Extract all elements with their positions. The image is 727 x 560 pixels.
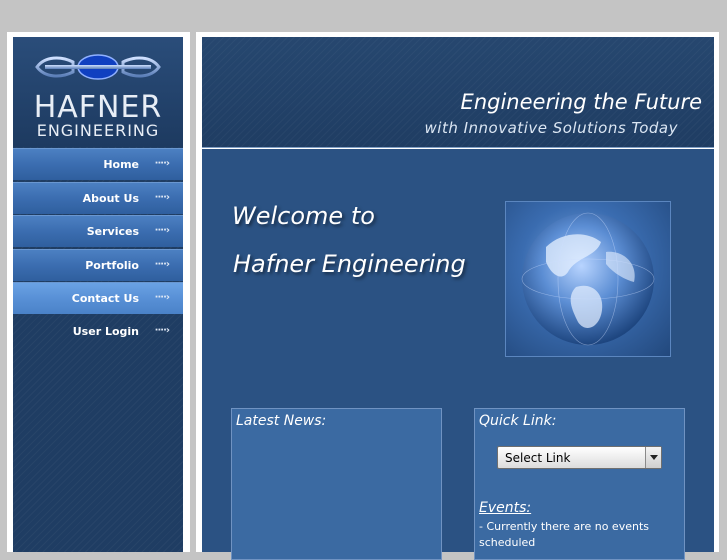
arrow-right-icon: ····› [154, 158, 170, 169]
quick-link-title: Quick Link: [479, 413, 557, 429]
welcome-heading-line2: Hafner Engineering [233, 250, 466, 278]
select-value: Select Link [505, 451, 571, 465]
logo-name-bottom: ENGINEERING [36, 121, 160, 140]
quick-link-select[interactable]: Select Link [497, 446, 662, 469]
nav-label: Contact Us [71, 292, 139, 306]
nav-label: About Us [82, 191, 139, 205]
logo-emblem-icon [35, 54, 161, 80]
nav-item-contact-us[interactable]: Contact Us ····› [13, 282, 183, 315]
nav-item-user-login[interactable]: User Login ····› [13, 316, 183, 347]
nav-item-home[interactable]: Home ····› [13, 148, 183, 180]
nav-label: Portfolio [85, 258, 139, 272]
nav-label: Services [86, 225, 139, 239]
logo-name-top: HAFNER [33, 90, 163, 125]
main-nav: Home ····› About Us ····› Services ····›… [13, 148, 183, 349]
logo[interactable]: HAFNER ENGINEERING [13, 37, 183, 147]
latest-news-panel: Latest News: [231, 408, 442, 560]
arrow-right-icon: ····› [154, 191, 170, 203]
arrow-right-icon: ····› [154, 225, 170, 237]
arrow-right-icon: ····› [154, 292, 170, 304]
globe-icon [521, 212, 655, 346]
events-title: Events: [479, 500, 532, 516]
nav-item-services[interactable]: Services ····› [13, 215, 183, 248]
chevron-down-icon[interactable] [645, 447, 661, 468]
events-text: - Currently there are no events schedule… [479, 520, 649, 549]
main-content: Welcome to Hafner Engineering Latest New… [202, 149, 714, 560]
welcome-heading-line1: Welcome to [232, 202, 375, 230]
nav-item-about-us[interactable]: About Us ····› [13, 181, 183, 214]
nav-label: Home [103, 158, 139, 171]
latest-news-title: Latest News: [236, 413, 327, 429]
tagline-main: Engineering the Future [460, 90, 702, 114]
globe-image [505, 201, 671, 357]
tagline-sub: with Innovative Solutions Today [424, 119, 678, 137]
arrow-right-icon: ····› [154, 258, 170, 270]
quick-link-panel: Quick Link: Select Link Events: - Curren… [474, 408, 685, 560]
sidebar: HAFNER ENGINEERING Home ····› About Us ·… [13, 37, 183, 552]
header-banner: Engineering the Future with Innovative S… [202, 37, 714, 148]
arrow-right-icon: ····› [154, 324, 170, 336]
nav-item-portfolio[interactable]: Portfolio ····› [13, 248, 183, 281]
nav-label: User Login [72, 324, 139, 338]
